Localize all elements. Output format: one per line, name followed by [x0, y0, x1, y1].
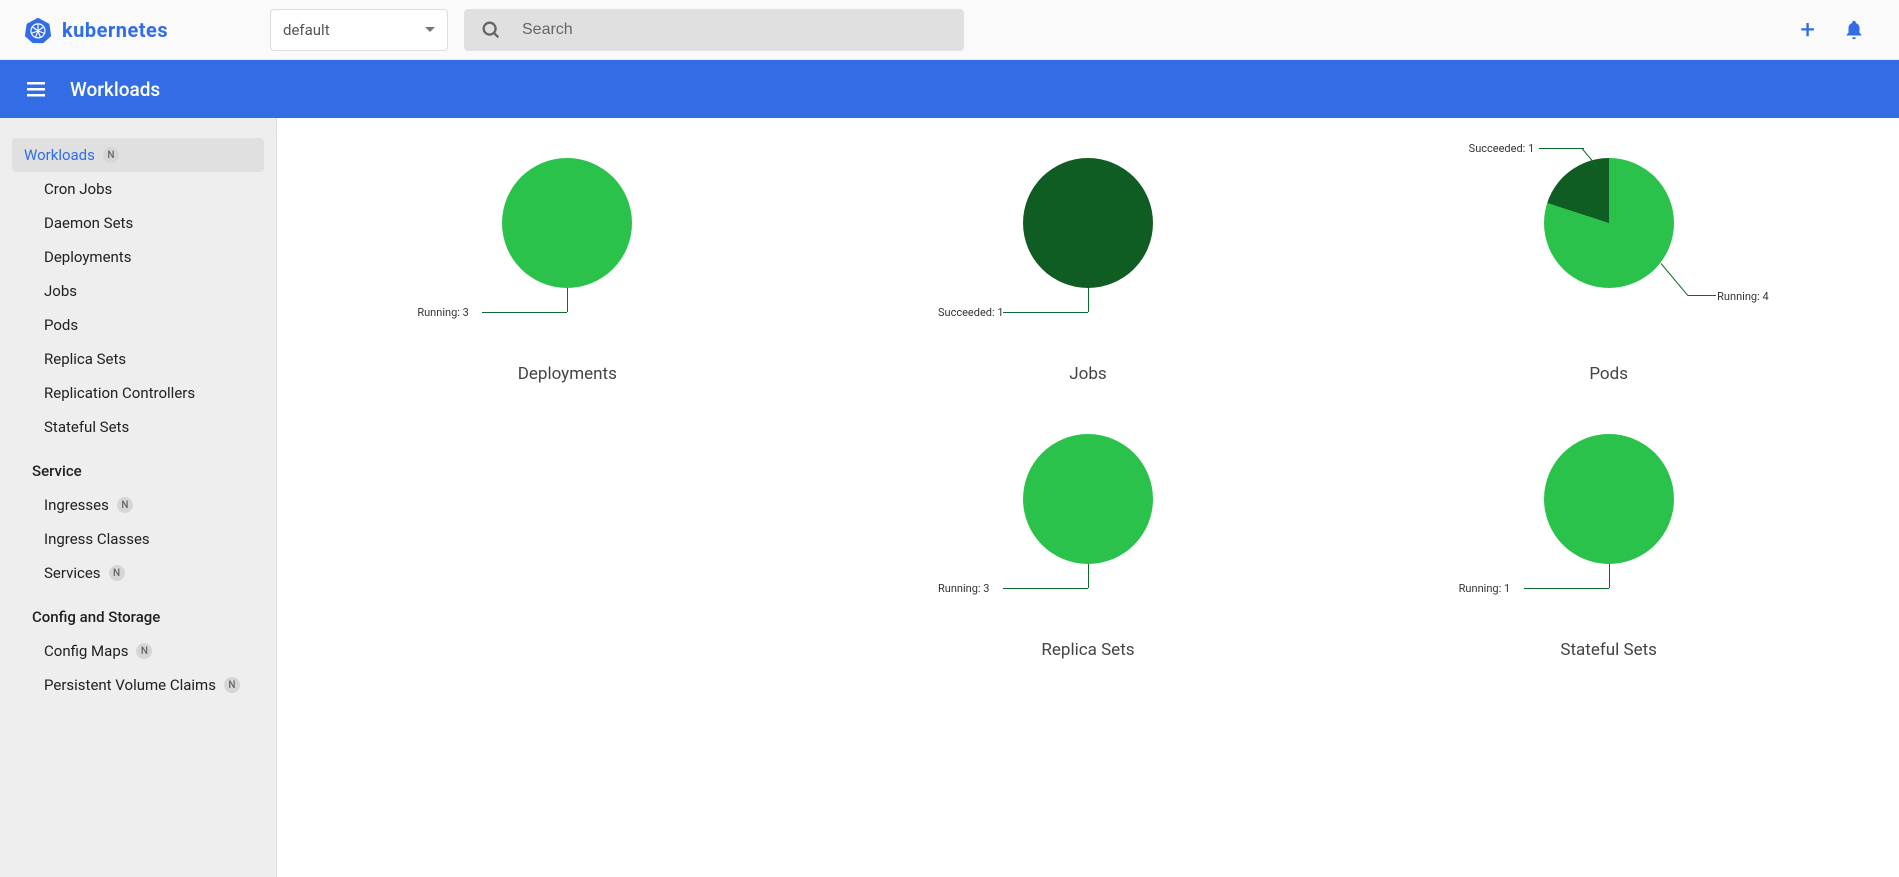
chart-title: Stateful Sets [1560, 640, 1657, 660]
chart-stateful-sets: Running: 1 Stateful Sets [1358, 424, 1859, 660]
leader-line [1003, 588, 1088, 589]
sidebar-item-label: Stateful Sets [44, 418, 129, 436]
pie-wrap: Running: 3 [928, 424, 1248, 604]
search-icon [480, 19, 502, 41]
badge-n-icon: N [136, 643, 152, 659]
pie-wrap: Succeeded: 1Running: 4 [1449, 148, 1769, 328]
sidebar-item-replication-controllers[interactable]: Replication Controllers [0, 376, 276, 410]
badge-n-icon: N [117, 497, 133, 513]
chart-label: Running: 3 [938, 582, 990, 595]
chart-jobs: Succeeded: 1 Jobs [838, 148, 1339, 384]
sidebar-header-service: Service [0, 444, 276, 488]
search-container [464, 9, 964, 51]
topbar-actions: + [1800, 15, 1875, 45]
sidebar-item-label: Ingresses [44, 496, 109, 514]
sidebar-item-cron-jobs[interactable]: Cron Jobs [0, 172, 276, 206]
sidebar-item-services[interactable]: Services N [0, 556, 276, 590]
sidebar-item-label: Jobs [44, 282, 77, 300]
leader-line [1524, 588, 1609, 589]
sidebar-item-label: Workloads [24, 146, 95, 164]
sidebar-item-label: Pods [44, 316, 78, 334]
chart-title: Replica Sets [1041, 640, 1134, 660]
leader-line [1688, 295, 1716, 296]
sidebar-item-label: Services [44, 564, 101, 582]
sidebar-item-label: Ingress Classes [44, 530, 150, 548]
kubernetes-logo-icon [24, 16, 52, 44]
brand[interactable]: kubernetes [24, 16, 270, 44]
leader-line [1539, 148, 1584, 149]
leader-line [1609, 564, 1610, 588]
create-button[interactable]: + [1800, 15, 1815, 45]
leader-line [482, 312, 567, 313]
sidebar-item-stateful-sets[interactable]: Stateful Sets [0, 410, 276, 444]
sidebar-item-deployments[interactable]: Deployments [0, 240, 276, 274]
sidebar-item-label: Cron Jobs [44, 180, 112, 198]
badge-n-icon: N [224, 677, 240, 693]
leader-line [1088, 564, 1089, 588]
sidebar-item-label: Deployments [44, 248, 131, 266]
main-content: Running: 3DeploymentsSucceeded: 1JobsSuc… [277, 118, 1899, 877]
sidebar-item-workloads[interactable]: Workloads N [12, 138, 264, 172]
badge-n-icon: N [109, 565, 125, 581]
menu-icon[interactable] [24, 77, 48, 101]
sidebar-item-ingresses[interactable]: Ingresses N [0, 488, 276, 522]
search-input[interactable] [522, 21, 948, 39]
leader-line [1003, 312, 1088, 313]
sidebar-item-label: Replication Controllers [44, 384, 195, 402]
chart-deployments: Running: 3 Deployments [317, 148, 818, 384]
sidebar-item-jobs[interactable]: Jobs [0, 274, 276, 308]
chart-label: Running: 4 [1717, 290, 1769, 303]
namespace-select[interactable]: default [270, 9, 448, 51]
sidebar-item-ingress-classes[interactable]: Ingress Classes [0, 522, 276, 556]
chart-label: Succeeded: 1 [938, 306, 1004, 319]
brand-text: kubernetes [62, 18, 168, 42]
leader-line [1088, 288, 1089, 312]
sidebar: Workloads N Cron Jobs Daemon Sets Deployme… [0, 118, 277, 877]
sidebar-header-config: Config and Storage [0, 590, 276, 634]
sidebar-item-label: Daemon Sets [44, 214, 133, 232]
chart-replica-sets: Running: 3 Replica Sets [838, 424, 1339, 660]
sidebar-item-label: Persistent Volume Claims [44, 676, 216, 694]
pie-chart [1544, 158, 1674, 288]
page-title: Workloads [70, 78, 160, 101]
namespace-selected: default [283, 21, 330, 39]
action-bar: Workloads [0, 60, 1899, 118]
sidebar-item-label: Replica Sets [44, 350, 126, 368]
chart-label: Running: 3 [417, 306, 469, 319]
pie-chart [1023, 158, 1153, 288]
pie-chart [502, 158, 632, 288]
sidebar-item-label: Config Maps [44, 642, 128, 660]
notifications-icon[interactable] [1843, 19, 1865, 41]
sidebar-item-persistent-volume-claims[interactable]: Persistent Volume Claims N [0, 668, 276, 702]
sidebar-item-daemon-sets[interactable]: Daemon Sets [0, 206, 276, 240]
chart-title: Jobs [1069, 364, 1106, 384]
chart-pods: Succeeded: 1Running: 4 Pods [1358, 148, 1859, 384]
pie-wrap: Running: 3 [407, 148, 727, 328]
pie-chart [1023, 434, 1153, 564]
leader-line [1660, 263, 1688, 296]
chevron-down-icon [425, 27, 435, 32]
chart-title: Deployments [518, 364, 617, 384]
sidebar-item-pods[interactable]: Pods [0, 308, 276, 342]
spacer-cell [317, 424, 818, 660]
pie-wrap: Succeeded: 1 [928, 148, 1248, 328]
chart-label: Succeeded: 1 [1469, 142, 1535, 155]
leader-line [567, 288, 568, 312]
chart-title: Pods [1589, 364, 1628, 384]
chart-label: Running: 1 [1459, 582, 1511, 595]
sidebar-item-config-maps[interactable]: Config Maps N [0, 634, 276, 668]
badge-n-icon: N [103, 147, 119, 163]
sidebar-item-replica-sets[interactable]: Replica Sets [0, 342, 276, 376]
pie-chart [1544, 434, 1674, 564]
pie-wrap: Running: 1 [1449, 424, 1769, 604]
top-bar: kubernetes default + [0, 0, 1899, 60]
